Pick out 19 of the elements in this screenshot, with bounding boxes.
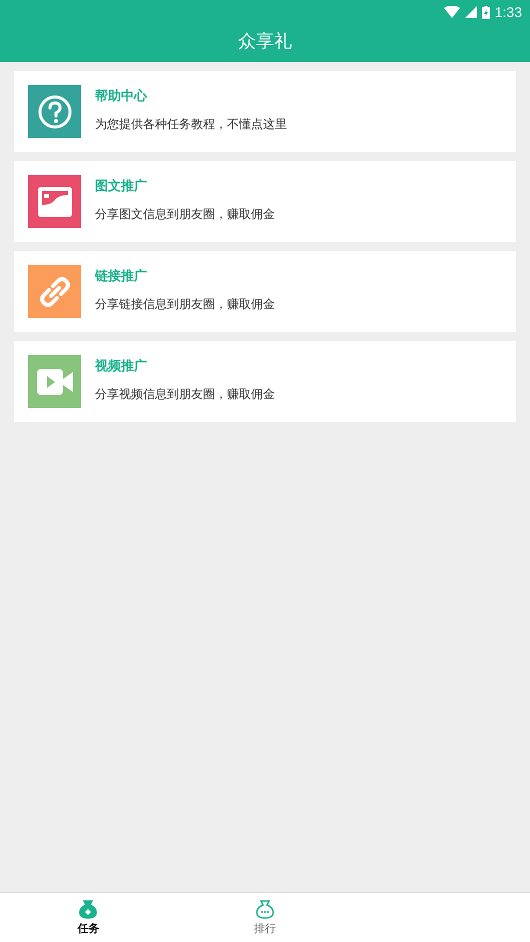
card-description: 分享视频信息到朋友圈，赚取佣金 <box>95 386 275 403</box>
card-title: 链接推广 <box>95 268 147 285</box>
battery-icon <box>482 6 490 18</box>
status-time: 1:33 <box>494 4 522 20</box>
header-title: 众享礼 <box>238 30 292 54</box>
menu-card[interactable]: 视频推广 分享视频信息到朋友圈，赚取佣金 <box>14 341 516 422</box>
card-title: 帮助中心 <box>95 88 147 105</box>
card-description: 为您提供各种任务教程，不懂点这里 <box>95 116 287 133</box>
menu-card[interactable]: 图文推广 分享图文信息到朋友圈，赚取佣金 <box>14 161 516 242</box>
money-bag-icon <box>255 899 275 919</box>
card-description: 分享链接信息到朋友圈，赚取佣金 <box>95 296 275 313</box>
money-bag-icon <box>78 899 98 919</box>
card-description: 分享图文信息到朋友圈，赚取佣金 <box>95 206 275 223</box>
card-title: 图文推广 <box>95 178 147 195</box>
card-title: 视频推广 <box>95 358 147 375</box>
wifi-icon <box>444 6 460 18</box>
signal-icon <box>464 6 477 18</box>
menu-card[interactable]: 链接推广 分享链接信息到朋友圈，赚取佣金 <box>14 251 516 332</box>
menu-card[interactable]: 帮助中心 为您提供各种任务教程，不懂点这里 <box>14 71 516 152</box>
